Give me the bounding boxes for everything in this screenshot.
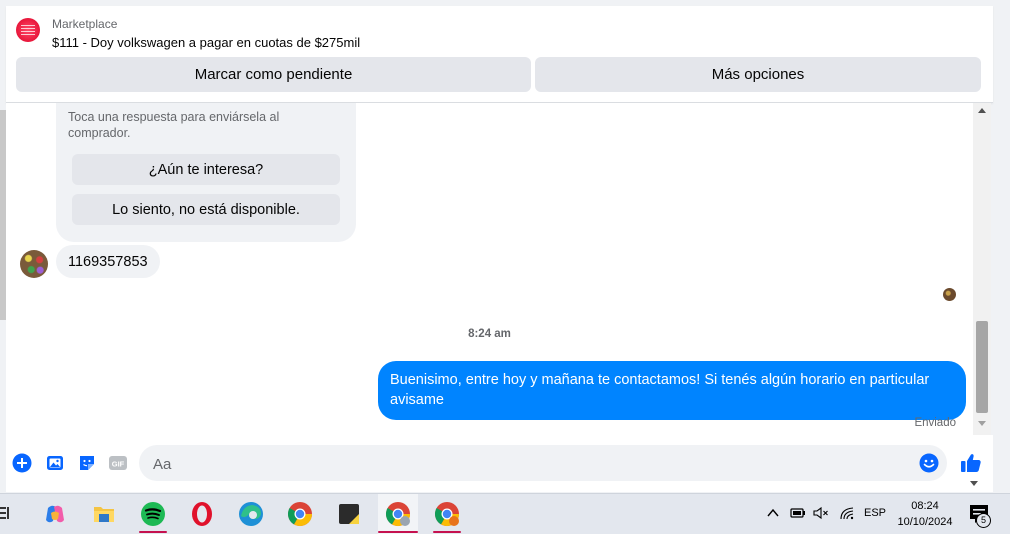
plus-icon[interactable] — [12, 453, 32, 473]
edge-app[interactable] — [231, 494, 271, 534]
sent-status: Enviado — [914, 417, 956, 429]
outgoing-message[interactable]: Buenisimo, entre hoy y mañana te contact… — [378, 361, 966, 420]
chevron-up-icon[interactable] — [766, 505, 780, 521]
copilot-icon — [46, 505, 64, 523]
avatar[interactable] — [20, 250, 48, 278]
message-input[interactable] — [151, 445, 915, 483]
chrome-profile-2-app[interactable] — [427, 494, 467, 534]
quick-reply-not-available[interactable]: Lo siento, no está disponible. — [72, 194, 340, 225]
edge-icon — [239, 502, 263, 526]
quick-replies-card: Toca una respuesta para enviársela al co… — [56, 103, 356, 242]
sticker-icon[interactable] — [77, 453, 97, 473]
gif-icon[interactable]: GIF — [108, 453, 128, 473]
spotify-icon — [141, 502, 165, 526]
widgets-icon[interactable] — [0, 504, 12, 524]
svg-text:GIF: GIF — [112, 460, 125, 469]
mark-pending-button[interactable]: Marcar como pendiente — [16, 57, 531, 92]
thumbs-up-icon[interactable] — [959, 451, 983, 475]
message-composer: GIF — [6, 435, 993, 492]
chrome-profile-2-icon — [434, 502, 459, 527]
windows-taskbar: ESP 08:24 10/10/2024 5 — [0, 493, 1010, 534]
system-clock[interactable]: 08:24 10/10/2024 — [892, 498, 958, 530]
volume-muted-icon[interactable] — [812, 505, 830, 521]
incoming-message[interactable]: 1169357853 — [56, 245, 160, 278]
clock-date: 10/10/2024 — [897, 516, 953, 528]
scroll-down-arrow-icon[interactable] — [978, 421, 986, 426]
chrome-app[interactable] — [280, 494, 320, 534]
chrome-profile-app[interactable] — [378, 494, 418, 534]
listing-title[interactable]: $111 - Doy volkswagen a pagar en cuotas … — [52, 35, 360, 50]
message-input-container[interactable] — [139, 445, 947, 483]
image-icon[interactable] — [45, 453, 65, 473]
language-indicator[interactable]: ESP — [864, 507, 886, 519]
message-timestamp: 8:24 am — [468, 328, 511, 340]
file-explorer-app[interactable] — [84, 494, 124, 534]
scrollbar[interactable] — [973, 103, 991, 435]
emoji-icon[interactable] — [919, 453, 939, 473]
chrome-profile-icon — [385, 502, 410, 527]
clock-time: 08:24 — [911, 500, 939, 512]
copilot-app[interactable] — [35, 494, 75, 534]
sticky-notes-icon — [339, 504, 359, 524]
quick-replies-help: Toca una respuesta para enviársela al co… — [68, 110, 280, 140]
wifi-icon[interactable] — [838, 505, 856, 521]
more-options-button[interactable]: Más opciones — [535, 57, 981, 92]
file-explorer-icon — [94, 507, 114, 522]
conversation-header: Marketplace $111 - Doy volkswagen a paga… — [6, 6, 993, 103]
battery-icon[interactable] — [788, 505, 806, 521]
page-scroll-down-icon[interactable] — [970, 481, 978, 486]
opera-app[interactable] — [182, 494, 222, 534]
sticky-notes-app[interactable] — [329, 494, 369, 534]
opera-icon — [192, 502, 212, 526]
spotify-app[interactable] — [133, 494, 173, 534]
scroll-up-arrow-icon[interactable] — [978, 108, 986, 113]
notification-count-badge: 5 — [976, 513, 991, 528]
chrome-icon — [287, 502, 312, 527]
scroll-thumb[interactable] — [976, 321, 988, 413]
listing-thumbnail[interactable] — [16, 18, 40, 42]
message-thread: Toca una respuesta para enviársela al co… — [6, 103, 973, 435]
quick-reply-still-interested[interactable]: ¿Aún te interesa? — [72, 154, 340, 185]
marketplace-label: Marketplace — [52, 17, 118, 31]
seen-indicator-avatar — [943, 288, 956, 301]
